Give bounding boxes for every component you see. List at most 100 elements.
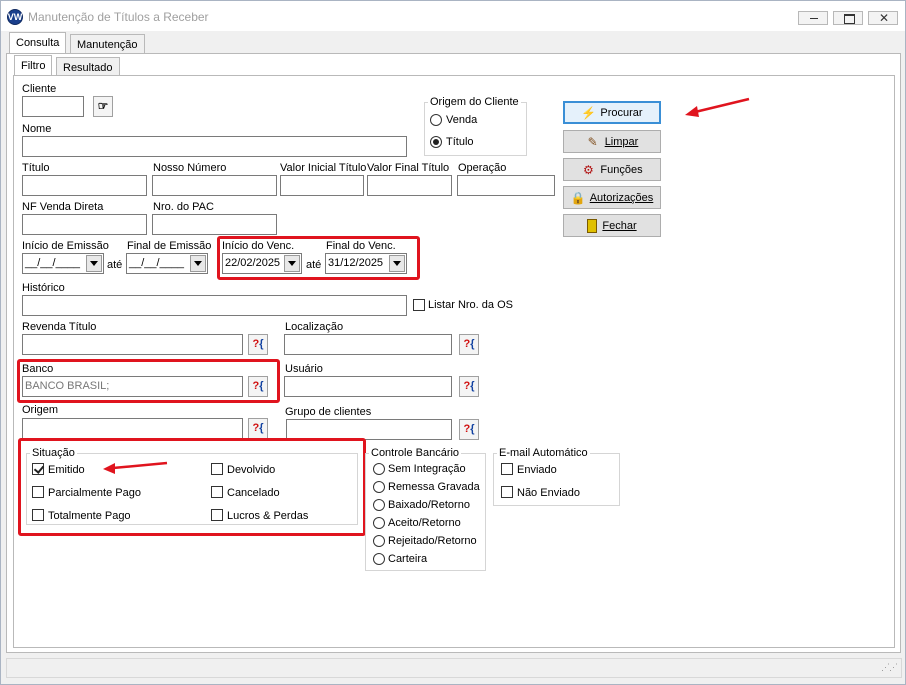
chevron-down-icon[interactable] xyxy=(190,255,206,272)
listar-os-label: Listar Nro. da OS xyxy=(428,299,513,311)
origem-lookup-button[interactable]: ?{ xyxy=(248,418,268,439)
tab-consulta[interactable]: Consulta xyxy=(9,32,67,54)
vw-logo-icon: VW xyxy=(7,9,23,25)
autorizacoes-button[interactable]: 🔒 Autorizações xyxy=(563,186,661,209)
cliente-input[interactable] xyxy=(22,96,84,117)
email-enviado-checkbox[interactable] xyxy=(501,463,513,475)
origem-label: Origem xyxy=(22,404,59,416)
cb-remessa-label: Remessa Gravada xyxy=(388,481,480,493)
radio-titulo[interactable] xyxy=(430,136,442,148)
highlight-situacao xyxy=(18,438,366,536)
chevron-down-icon[interactable] xyxy=(86,255,102,272)
email-nao-enviado-label: Não Enviado xyxy=(517,487,580,499)
lookup-icon: { xyxy=(470,423,475,435)
nf-venda-label: NF Venda Direta xyxy=(22,201,104,213)
nome-input[interactable] xyxy=(22,136,407,157)
localizacao-label: Localização xyxy=(285,321,344,333)
radio-venda[interactable] xyxy=(430,114,442,126)
nosso-numero-label: Nosso Número xyxy=(153,162,227,174)
cb-aceito-radio[interactable] xyxy=(373,517,385,529)
cb-baixado-label: Baixado/Retorno xyxy=(388,499,470,511)
date-value: __/__/____ xyxy=(129,257,185,269)
nf-venda-input[interactable] xyxy=(22,214,147,235)
email-automatico-title: E-mail Automático xyxy=(497,447,590,459)
final-emissao-date[interactable]: __/__/____ xyxy=(126,253,208,274)
autorizacoes-label: Autorizações xyxy=(589,191,654,204)
usuario-label: Usuário xyxy=(285,363,323,375)
operacao-input[interactable] xyxy=(457,175,555,196)
valor-final-label: Valor Final Título xyxy=(367,162,450,174)
close-button[interactable]: ✕ xyxy=(868,11,898,25)
lookup-icon: { xyxy=(259,338,264,350)
final-emissao-label: Final de Emissão xyxy=(127,240,212,252)
grupo-clientes-label: Grupo de clientes xyxy=(285,406,372,418)
email-enviado-label: Enviado xyxy=(517,464,557,476)
operacao-label: Operação xyxy=(458,162,507,174)
revenda-input[interactable] xyxy=(22,334,243,355)
tab-label: Manutenção xyxy=(77,39,138,51)
inicio-emissao-date[interactable]: __/__/____ xyxy=(22,253,104,274)
valor-inicial-label: Valor Inicial Título xyxy=(280,162,367,174)
cb-carteira-radio[interactable] xyxy=(373,553,385,565)
usuario-lookup-button[interactable]: ?{ xyxy=(459,376,479,397)
lookup-icon: { xyxy=(470,338,475,350)
titulo-input[interactable] xyxy=(22,175,147,196)
valor-inicial-input[interactable] xyxy=(280,175,364,196)
highlight-venc xyxy=(217,236,420,280)
tab-label: Consulta xyxy=(16,37,60,49)
localizacao-lookup-button[interactable]: ?{ xyxy=(459,334,479,355)
nosso-numero-input[interactable] xyxy=(152,175,277,196)
minimize-button[interactable] xyxy=(798,11,828,25)
origem-input[interactable] xyxy=(22,418,243,439)
cb-sem-integracao-radio[interactable] xyxy=(373,463,385,475)
limpar-button[interactable]: ✎ Limpar xyxy=(563,130,661,153)
listar-os-checkbox[interactable] xyxy=(413,299,425,311)
pointing-hand-icon: ☞ xyxy=(97,99,109,113)
door-icon xyxy=(587,218,598,233)
nome-label: Nome xyxy=(22,123,52,135)
valor-final-input[interactable] xyxy=(367,175,452,196)
resize-grip-icon[interactable]: ⋰⋰ xyxy=(881,662,898,673)
radio-titulo-label: Título xyxy=(446,136,474,148)
grupo-clientes-input[interactable] xyxy=(286,419,452,440)
historico-input[interactable] xyxy=(22,295,407,316)
funcoes-button[interactable]: ⚙ Funções xyxy=(563,158,661,181)
cliente-label: Cliente xyxy=(22,83,57,95)
tab-resultado[interactable]: Resultado xyxy=(56,57,120,76)
close-icon: ✕ xyxy=(879,11,890,25)
cb-baixado-radio[interactable] xyxy=(373,499,385,511)
cb-remessa-radio[interactable] xyxy=(373,481,385,493)
origem-cliente-title: Origem do Cliente xyxy=(428,96,521,108)
cb-aceito-label: Aceito/Retorno xyxy=(388,517,461,529)
email-nao-enviado-checkbox[interactable] xyxy=(501,486,513,498)
window: VW Manutenção de Títulos a Receber ✕ Con… xyxy=(0,0,906,685)
revenda-lookup-button[interactable]: ?{ xyxy=(248,334,268,355)
inicio-emissao-label: Início de Emissão xyxy=(22,240,109,252)
tab-label: Resultado xyxy=(63,62,113,74)
tab-filtro[interactable]: Filtro xyxy=(14,55,53,76)
window-title: Manutenção de Títulos a Receber xyxy=(28,10,209,24)
localizacao-input[interactable] xyxy=(284,334,452,355)
cb-rejeitado-label: Rejeitado/Retorno xyxy=(388,535,477,547)
fechar-button[interactable]: Fechar xyxy=(563,214,661,237)
controle-bancario-title: Controle Bancário xyxy=(369,447,462,459)
tab-manutencao[interactable]: Manutenção xyxy=(70,34,145,54)
grupo-clientes-lookup-button[interactable]: ?{ xyxy=(459,419,479,440)
origem-cliente-group: Origem do Cliente xyxy=(424,96,527,156)
procurar-label: Procurar xyxy=(600,106,643,119)
limpar-label: Limpar xyxy=(604,135,639,148)
funcoes-label: Funções xyxy=(600,163,643,176)
date-value: __/__/____ xyxy=(25,257,81,269)
cb-carteira-label: Carteira xyxy=(388,553,428,565)
lock-icon: 🔒 xyxy=(570,190,586,205)
cb-rejeitado-radio[interactable] xyxy=(373,535,385,547)
procurar-button[interactable]: ⚡ Procurar xyxy=(563,101,661,124)
lightning-icon: ⚡ xyxy=(581,105,597,120)
cliente-search-button[interactable]: ☞ xyxy=(93,96,113,117)
restore-button[interactable] xyxy=(833,11,863,25)
nro-pac-input[interactable] xyxy=(152,214,277,235)
usuario-input[interactable] xyxy=(284,376,452,397)
fechar-label: Fechar xyxy=(602,219,637,232)
tab-label: Filtro xyxy=(21,60,46,72)
annotation-arrow-icon xyxy=(685,97,750,117)
